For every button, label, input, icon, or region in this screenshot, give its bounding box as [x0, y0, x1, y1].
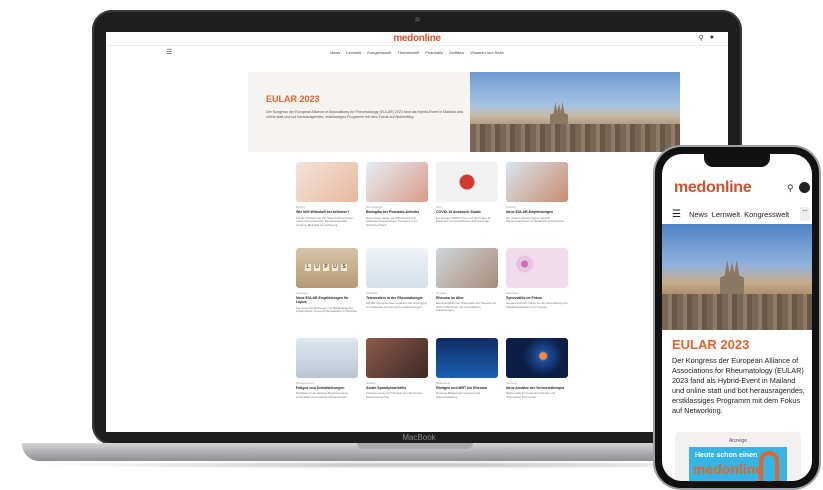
- nav-item-kongresswelt[interactable]: Kongresswelt: [367, 50, 391, 55]
- virus-image: [436, 162, 498, 202]
- site-logo[interactable]: medonline: [393, 33, 441, 44]
- device-mockup-stage: medonline ⚲ ● ☰ News Lernwelt Kongresswe…: [0, 0, 823, 490]
- advertisement[interactable]: Anzeige Heute schon einen medonline: [675, 432, 801, 481]
- search-icon[interactable]: ⚲: [699, 34, 704, 42]
- nav-more-button[interactable]: ...: [800, 207, 810, 221]
- article-card[interactable]: Schlafmedizin Fatigue und Schlafstörungen…: [296, 337, 358, 414]
- mobile-logo[interactable]: medonline: [674, 179, 752, 197]
- nav-item-pharmalis[interactable]: Pharmalis: [425, 50, 443, 55]
- xray-hands-image: [436, 337, 498, 378]
- user-icon[interactable]: ●: [710, 34, 714, 42]
- article-card[interactable]: Interview Telemedizin in der Rheumatologi…: [366, 247, 428, 328]
- article-card[interactable]: Geriatrie Rheuma im Alter Besonderheiten d…: [436, 247, 498, 328]
- laptop-brand-label: MacBook: [402, 433, 436, 442]
- hero-title: EULAR 2023: [266, 94, 320, 104]
- site-nav: ☰ News Lernwelt Kongresswelt Themenwelt …: [106, 46, 728, 58]
- laptop-lid: medonline ⚲ ● ☰ News Lernwelt Kongresswe…: [92, 10, 742, 445]
- city-skyline: [470, 124, 680, 152]
- nav-item-news[interactable]: News: [330, 50, 340, 55]
- article-grid: Bericht Wie hilft Wirkstoff bei Arthrose?…: [296, 162, 630, 413]
- lupus-blocks-photo: LUPUS: [296, 247, 358, 288]
- article-card[interactable]: L U P U S Kongress Neue EULAR Empfehlungen für…: [296, 247, 358, 328]
- hero-description: Der Kongress der European Alliance of As…: [266, 110, 463, 119]
- article-card[interactable]: Histologie Synovialitis im Fokus Gewebeana…: [506, 247, 568, 328]
- article-card[interactable]: Virus COVID-19 Ausbruch Studie Der Erreger…: [436, 162, 498, 238]
- knee-photo: [296, 162, 358, 202]
- nav-item-zeitfiken[interactable]: Zeitfiken: [449, 50, 464, 55]
- nav-item-themenwelt[interactable]: Themenwelt: [397, 50, 419, 55]
- site-header: medonline ⚲ ●: [106, 32, 728, 46]
- hero-banner[interactable]: EULAR 2023 Der Kongress der European All…: [248, 72, 680, 152]
- phone-screen: medonline ⚲ ☰ News Lernwelt Kongresswelt…: [662, 154, 812, 481]
- search-icon[interactable]: ⚲: [787, 183, 794, 194]
- mobile-hero-description: Der Kongress der European Alliance of As…: [672, 356, 805, 415]
- article-card[interactable]: Bildgebung Röntgen und MRT bei Rheuma Mode…: [436, 337, 498, 414]
- smartphone: medonline ⚲ ☰ News Lernwelt Kongresswelt…: [655, 147, 819, 488]
- wrist-photo: [506, 162, 568, 202]
- nav-item-lernwelt[interactable]: Lernwelt: [712, 210, 740, 219]
- nav-item-news[interactable]: News: [689, 210, 708, 219]
- ad-banner[interactable]: Heute schon einen medonline: [689, 447, 787, 481]
- sleeping-person-photo: [296, 337, 358, 378]
- back-pain-photo: [366, 337, 428, 378]
- laptop-hinge-notch: [357, 443, 473, 449]
- laptop-camera: [415, 17, 420, 22]
- mobile-header: medonline ⚲: [662, 176, 812, 202]
- article-card[interactable]: Bericht Wie hilft Wirkstoff bei Arthrose?…: [296, 162, 358, 238]
- histology-image: [506, 247, 568, 288]
- elderly-patient-photo: [436, 247, 498, 288]
- article-card[interactable]: Dermatologie Biologika bei Psoriasis-Arth…: [366, 162, 428, 238]
- user-icon[interactable]: [799, 182, 810, 193]
- nav-item-lernwelt[interactable]: Lernwelt: [346, 50, 361, 55]
- mobile-hero-title[interactable]: EULAR 2023: [672, 337, 749, 352]
- milan-skyline-image: [470, 72, 680, 152]
- mobile-hero-image[interactable]: [662, 224, 812, 330]
- mobile-nav: ☰ News Lernwelt Kongresswelt ...: [662, 206, 812, 222]
- doctor-photo: [366, 247, 428, 288]
- ad-label: Anzeige: [728, 438, 748, 444]
- menu-icon[interactable]: ☰: [166, 48, 172, 56]
- nav-item-kongresswelt[interactable]: Kongresswelt: [744, 210, 789, 219]
- city-skyline: [662, 294, 812, 330]
- article-card[interactable]: Rücken Axiale Spondyloarthritis Früherkenn…: [366, 337, 428, 414]
- anatomy-scan-image: [506, 337, 568, 378]
- hand-photo: [366, 162, 428, 202]
- phone-notch: [704, 154, 770, 167]
- nav-item-volumen[interactable]: Volumen und Seite: [470, 50, 504, 55]
- article-card[interactable]: Schmerz Neue Ansätze der Schmerztherapie M…: [506, 337, 568, 414]
- article-card[interactable]: Leitlinie Neue EULAR-Empfehlungen Die neue…: [506, 162, 568, 238]
- laptop-screen: medonline ⚲ ● ☰ News Lernwelt Kongresswe…: [106, 32, 728, 432]
- menu-icon[interactable]: ☰: [672, 209, 681, 220]
- ad-arc-shape: [759, 451, 779, 481]
